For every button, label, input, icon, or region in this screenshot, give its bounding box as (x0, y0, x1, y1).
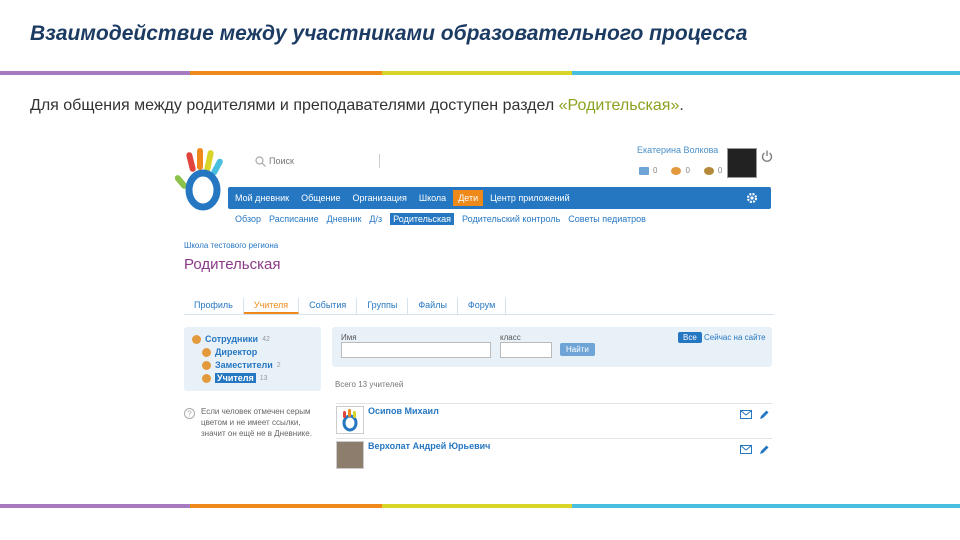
tab-groups[interactable]: Группы (357, 298, 409, 314)
avatar (336, 406, 364, 434)
person-icon (671, 166, 682, 175)
class-label: класс (500, 333, 521, 342)
friends-counter[interactable]: 0 (671, 166, 690, 175)
search-input[interactable] (269, 154, 380, 168)
sidebar-item-director[interactable]: Директор (202, 347, 261, 357)
name-label: Имя (341, 333, 357, 342)
people-icon (703, 166, 714, 175)
person-icon (202, 347, 211, 357)
school-link[interactable]: Школа тестового региона (184, 241, 278, 250)
user-avatar[interactable] (727, 148, 757, 178)
class-field[interactable] (500, 342, 552, 358)
subtitle-text: Для общения между родителями и преподава… (30, 97, 559, 114)
logo-hand-icon (342, 409, 358, 432)
question-icon: ? (184, 408, 195, 419)
gear-icon[interactable] (745, 191, 759, 205)
subnav-overview[interactable]: Обзор (235, 214, 261, 225)
staff-sidebar: Сотрудники 42 Директор Заместители 2 Учите… (184, 327, 321, 391)
user-name-link[interactable]: Екатерина Волкова (637, 145, 718, 155)
search-icon (255, 156, 266, 167)
subnav-pediatric-tips[interactable]: Советы педиатров (568, 214, 646, 225)
nav-children[interactable]: Дети (453, 190, 484, 206)
notification-counters: 0 0 0 (639, 166, 722, 175)
person-name-link[interactable]: Осипов Михаил (368, 406, 439, 416)
sidebar-label: Директор (215, 347, 258, 357)
person-icon (202, 373, 211, 383)
nav-communication[interactable]: Общение (296, 190, 345, 206)
subtitle-suffix: . (679, 97, 684, 114)
sidebar-item-deputies[interactable]: Заместители 2 (202, 360, 281, 370)
envelope-icon (639, 166, 649, 175)
envelope-icon[interactable] (740, 410, 752, 419)
sidebar-item-teachers[interactable]: Учителя 13 (202, 373, 268, 383)
logo-hand-icon (175, 148, 223, 211)
list-item: Осипов Михаил (336, 403, 772, 436)
slide-subtitle: Для общения между родителями и преподава… (30, 97, 684, 115)
friends-count: 0 (685, 166, 690, 175)
page-title: Родительская (184, 256, 281, 273)
total-count: Всего 13 учителей (335, 380, 404, 389)
sidebar-item-staff[interactable]: Сотрудники 42 (192, 334, 270, 344)
list-item: Верхолат Андрей Юрьевич (336, 438, 772, 471)
pencil-icon[interactable] (758, 444, 770, 456)
tab-teachers[interactable]: Учителя (243, 298, 300, 314)
sidebar-label: Учителя (215, 373, 256, 383)
subnav-schedule[interactable]: Расписание (269, 214, 319, 225)
name-field[interactable] (341, 342, 491, 358)
sidebar-count: 13 (259, 374, 268, 382)
help-note: Если человек отмечен серым цветом и не и… (201, 407, 312, 438)
svg-text:?: ? (187, 410, 192, 419)
nav-my-diary[interactable]: Мой дневник (230, 190, 294, 206)
nav-app-center[interactable]: Центр приложений (485, 190, 574, 206)
pencil-icon[interactable] (758, 409, 770, 421)
app-screenshot: Екатерина Волкова 0 0 0 Мой дневник Обще… (175, 140, 775, 475)
find-button[interactable]: Найти (560, 343, 595, 356)
nav-organization[interactable]: Организация (348, 190, 412, 206)
slide-title: Взаимодействие между участниками образов… (30, 22, 748, 45)
sidebar-label: Сотрудники (205, 334, 259, 344)
sidebar-label: Заместители (215, 360, 273, 370)
sidebar-count: 42 (262, 335, 270, 343)
avatar (336, 441, 364, 469)
invites-counter[interactable]: 0 (703, 166, 723, 175)
messages-counter[interactable]: 0 (639, 166, 657, 175)
person-icon (192, 334, 201, 344)
section-tabs: Профиль Учителя События Группы Файлы Фор… (184, 298, 774, 315)
subnav-parents[interactable]: Родительская (390, 213, 455, 225)
subtitle-highlight: «Родительская» (558, 97, 680, 114)
all-button[interactable]: Все (678, 332, 702, 343)
tab-files[interactable]: Файлы (408, 298, 458, 314)
tab-events[interactable]: События (299, 298, 358, 314)
subnav-diary[interactable]: Дневник (327, 214, 362, 225)
tab-profile[interactable]: Профиль (184, 298, 244, 314)
messages-count: 0 (653, 166, 658, 175)
envelope-icon[interactable] (740, 445, 752, 454)
sub-nav: Обзор Расписание Дневник Д/з Родительска… (235, 213, 646, 225)
tab-forum[interactable]: Форум (458, 298, 507, 314)
search-filter: Имя класс Найти Все Сейчас на сайте (332, 327, 772, 367)
person-name-link[interactable]: Верхолат Андрей Юрьевич (368, 441, 490, 451)
sidebar-count: 2 (276, 361, 281, 369)
nav-school[interactable]: Школа (414, 190, 451, 206)
bottom-divider (0, 504, 960, 508)
person-icon (202, 360, 211, 370)
main-nav: Мой дневник Общение Организация Школа Де… (228, 187, 771, 209)
subnav-homework[interactable]: Д/з (369, 214, 382, 225)
top-divider (0, 71, 960, 75)
online-now-link[interactable]: Сейчас на сайте (704, 333, 766, 342)
subnav-parental-control[interactable]: Родительский контроль (462, 214, 560, 225)
invites-count: 0 (717, 166, 723, 175)
power-icon[interactable] (761, 150, 773, 162)
